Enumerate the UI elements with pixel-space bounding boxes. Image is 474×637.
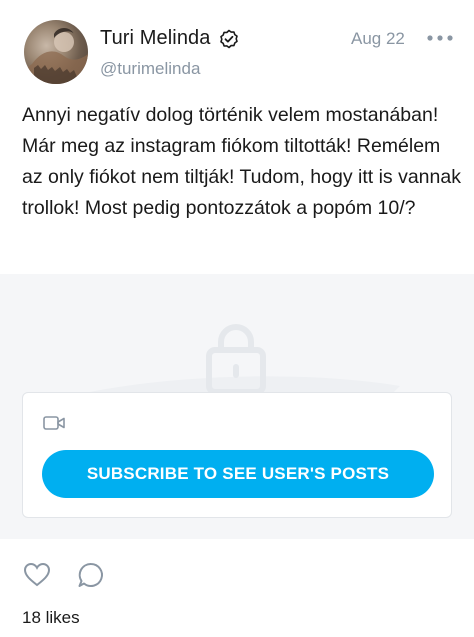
comment-bubble-icon[interactable]: [76, 560, 106, 590]
heart-icon[interactable]: [22, 560, 52, 590]
likes-count[interactable]: 18 likes: [22, 608, 80, 628]
subscribe-button[interactable]: SUBSCRIBE TO SEE USER'S POSTS: [42, 450, 434, 498]
avatar[interactable]: [24, 20, 88, 84]
author-name[interactable]: Turi Melinda: [100, 27, 211, 50]
video-camera-icon: [43, 416, 65, 430]
lock-icon: [206, 324, 266, 394]
post-text: Annyi negatív dolog történik velem mosta…: [22, 104, 461, 219]
more-horizontal-icon[interactable]: [426, 30, 454, 46]
subscribe-panel: SUBSCRIBE TO SEE USER'S POSTS: [22, 392, 452, 518]
post-date: Aug 22: [351, 29, 405, 48]
verified-badge-icon: [219, 29, 238, 48]
avatar-image: [24, 28, 88, 84]
author-handle[interactable]: @turimelinda: [100, 59, 200, 79]
post-header: Turi Melinda @turimelinda Aug 22: [0, 0, 474, 100]
